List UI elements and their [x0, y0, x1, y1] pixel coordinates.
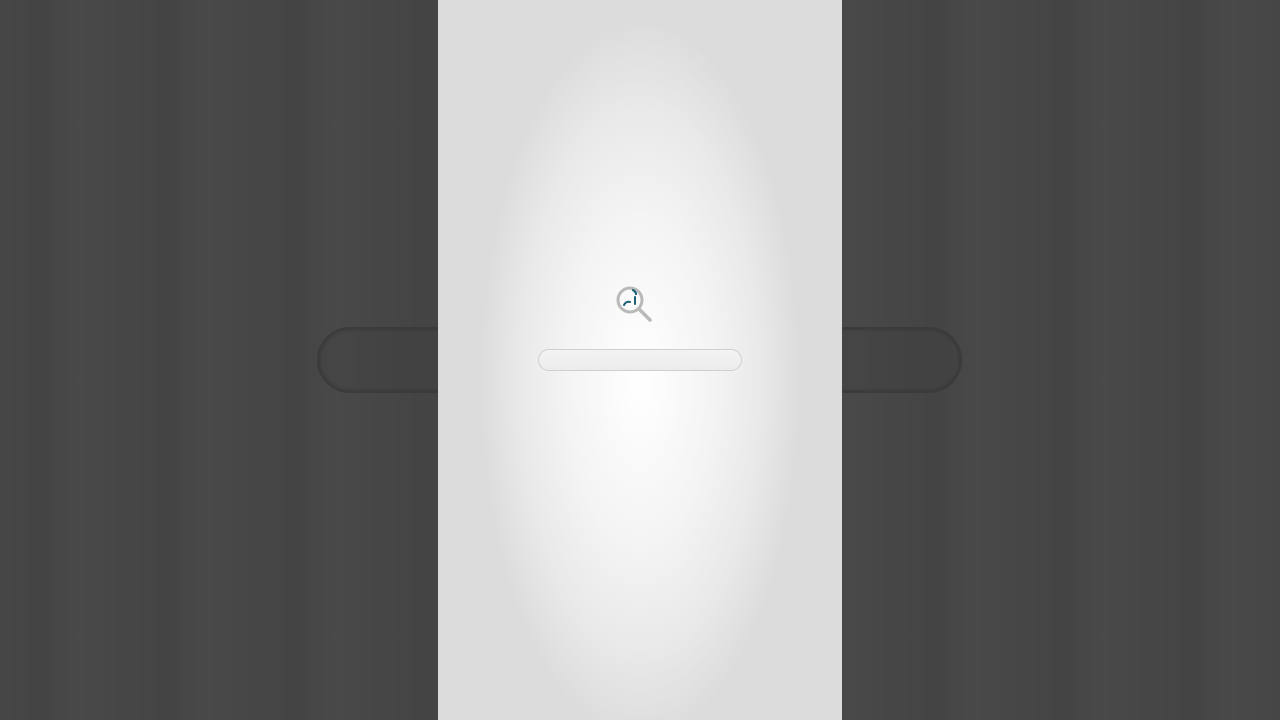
loading-panel — [438, 0, 842, 720]
search-icon — [614, 284, 654, 324]
loading-progress-bar — [538, 349, 742, 371]
